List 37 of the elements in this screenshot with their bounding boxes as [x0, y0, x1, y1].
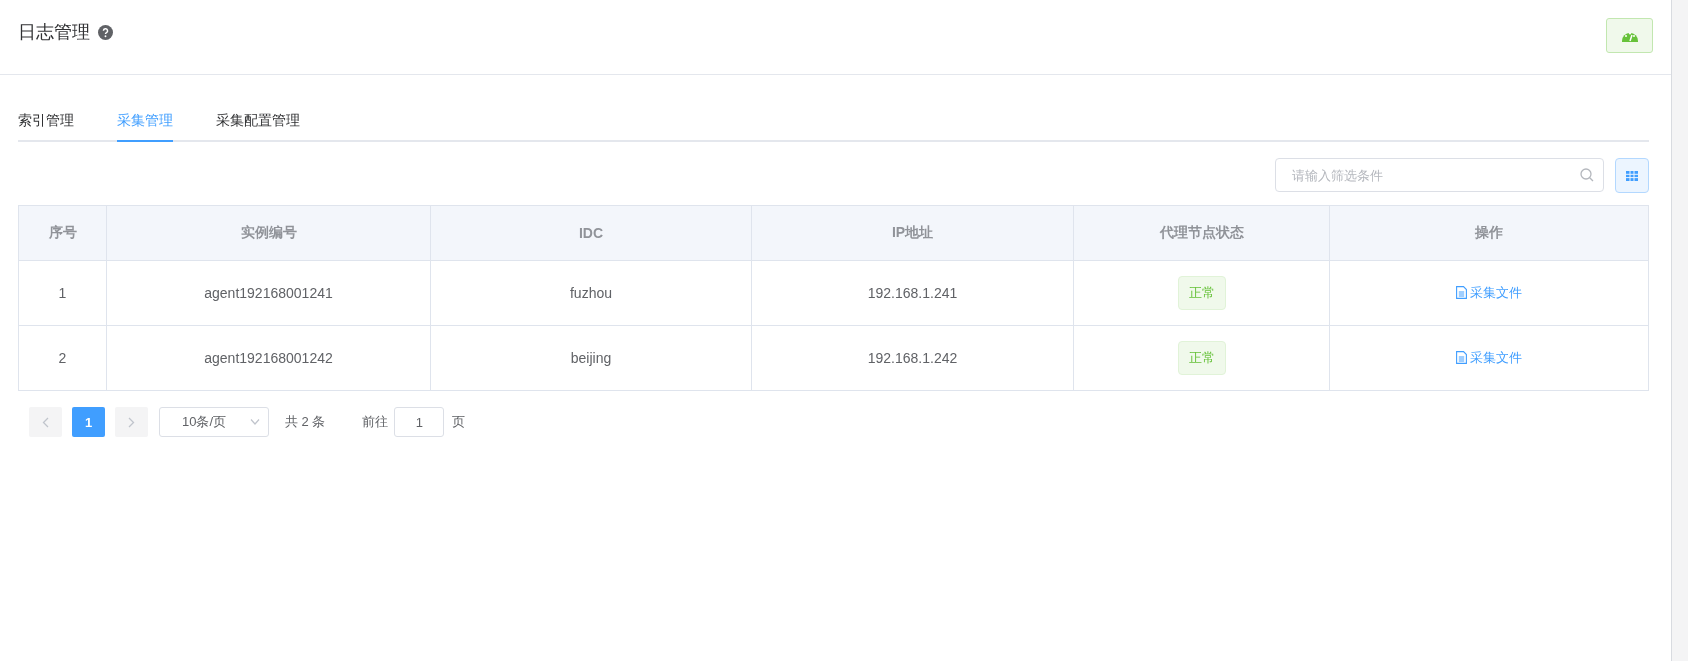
chevron-left-icon	[42, 416, 49, 428]
table-cell: 2	[18, 325, 107, 391]
help-icon[interactable]	[98, 24, 113, 40]
table-cell: beijing	[430, 325, 752, 391]
table-view-button[interactable]	[1615, 158, 1649, 193]
document-icon	[1456, 351, 1467, 365]
page-number-field[interactable]: 1	[394, 407, 445, 437]
grid-icon	[1626, 170, 1638, 181]
status-tag: 正常	[1177, 276, 1226, 310]
table-cell: 192.168.1.241	[751, 260, 1074, 326]
column-header: IDC	[430, 205, 752, 261]
table-cell: agent192168001242	[106, 325, 431, 391]
search-field[interactable]: 请输入筛选条件	[1275, 158, 1604, 192]
total-count: 共 2 条	[285, 413, 326, 431]
column-header: 代理节点状态	[1073, 205, 1330, 261]
table-cell: 1	[18, 260, 107, 326]
dashboard-button[interactable]	[1606, 18, 1653, 53]
table-cell: fuzhou	[430, 260, 752, 326]
previous-page-button[interactable]	[29, 407, 62, 437]
chevron-right-icon	[128, 416, 135, 428]
tab[interactable]: 索引管理	[18, 100, 74, 142]
goto-label: 前往	[362, 413, 389, 431]
table-cell: agent192168001241	[106, 260, 431, 326]
document-icon	[1456, 286, 1467, 300]
table-cell: 192.168.1.242	[751, 325, 1074, 391]
column-header: IP地址	[751, 205, 1074, 261]
next-page-button[interactable]	[115, 407, 148, 437]
chevron-down-icon	[250, 419, 260, 425]
column-header: 操作	[1329, 205, 1649, 261]
page-suffix: 页	[452, 413, 466, 431]
column-header: 实例编号	[106, 205, 431, 261]
tab[interactable]: 采集配置管理	[216, 100, 300, 142]
search-icon	[1580, 168, 1594, 182]
column-header: 序号	[18, 205, 107, 261]
status-tag: 正常	[1177, 341, 1226, 375]
page-size-select[interactable]: 10条/页	[159, 407, 269, 437]
page-title: 日志管理	[18, 21, 90, 44]
